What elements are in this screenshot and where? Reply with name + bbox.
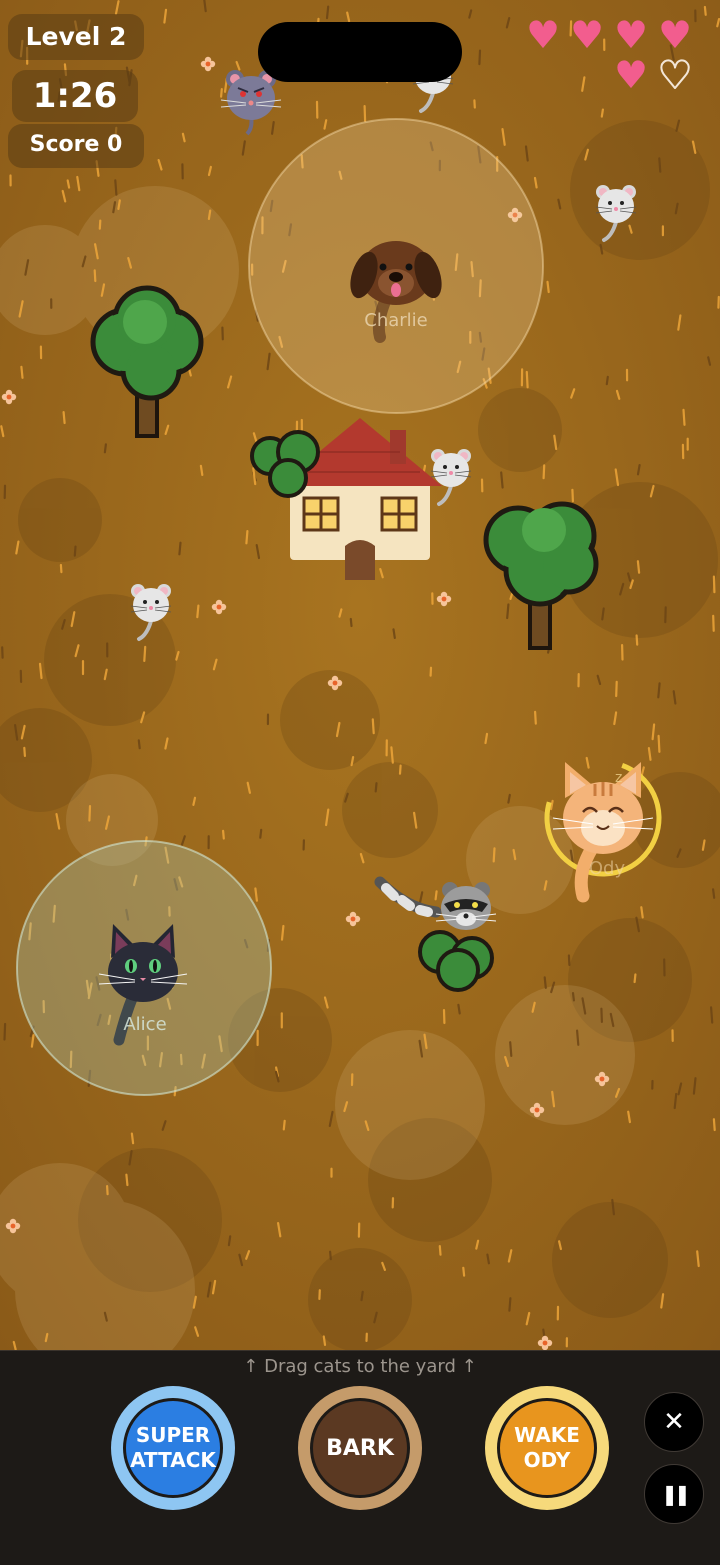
bark-button[interactable]: BARK: [298, 1386, 422, 1510]
heart-full-icon: ♥: [614, 16, 648, 54]
close-button[interactable]: ✕: [644, 1392, 704, 1452]
camera-notch: [258, 22, 462, 82]
heart-full-icon: ♥: [526, 16, 560, 54]
close-icon: ✕: [663, 1407, 685, 1437]
heart-full-icon: ♥: [570, 16, 604, 54]
heart-full-icon: ♥: [614, 56, 648, 94]
cat-alice-label: Alice: [123, 1014, 166, 1035]
wake-label-line2: ODY: [514, 1448, 580, 1473]
cat-ody-label: Ody: [589, 858, 626, 879]
wake-ody-button[interactable]: WAKE ODY: [485, 1386, 609, 1510]
heart-full-icon: ♥: [658, 16, 692, 54]
super-attack-label-line2: ATTACK: [130, 1448, 216, 1473]
level-indicator: Level 2: [8, 14, 144, 60]
wake-ody-face: WAKE ODY: [497, 1398, 597, 1498]
score-counter: Score 0: [8, 124, 144, 168]
bark-face: BARK: [310, 1398, 410, 1498]
dog-name-label: Charlie: [364, 310, 427, 331]
countdown-timer: 1:26: [12, 70, 138, 122]
game-field[interactable]: Charlie Alice z Ody Level 2 1:26: [0, 0, 720, 1350]
bark-label: BARK: [326, 1436, 394, 1461]
drag-hint: ↑ Drag cats to the yard ↑: [0, 1356, 720, 1377]
super-attack-label-line1: SUPER: [130, 1423, 216, 1448]
sleep-z: z: [615, 770, 622, 786]
super-attack-button[interactable]: SUPER ATTACK: [111, 1386, 235, 1510]
pause-icon: ❚❚: [661, 1482, 687, 1506]
pause-button[interactable]: ❚❚: [644, 1464, 704, 1524]
wake-label-line1: WAKE: [514, 1423, 580, 1448]
heart-empty-icon: ♥: [658, 56, 692, 94]
super-attack-face: SUPER ATTACK: [123, 1398, 223, 1498]
